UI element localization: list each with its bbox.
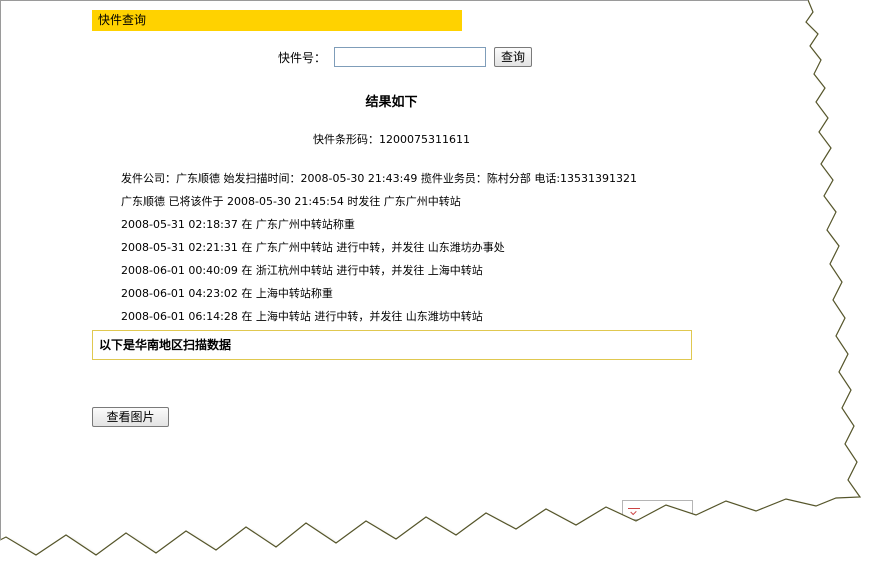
barcode-line: 快件条形码：1200075311611	[0, 131, 783, 147]
barcode-label: 快件条形码：	[313, 133, 379, 146]
region-notice-text: 以下是华南地区扫描数据	[99, 338, 232, 352]
search-row: 快件号： 查询	[278, 46, 533, 68]
tracking-number-input[interactable]	[334, 47, 487, 67]
tracking-page: 快件查询 快件号： 查询 结果如下 快件条形码：1200075311611 发件…	[0, 0, 895, 571]
barcode-value: 1200075311611	[379, 133, 470, 146]
record-line: 2008-05-31 02:21:31 在 广东广州中转站 进行中转，并发往 山…	[121, 241, 505, 254]
result-title: 结果如下	[365, 95, 418, 110]
region-notice: 以下是华南地区扫描数据	[92, 330, 692, 360]
dropdown-icon	[628, 508, 640, 518]
query-button[interactable]: 查询	[494, 47, 533, 67]
record-line: 广东顺德 已将该件于 2008-05-30 21:45:54 时发往 广东广州中…	[121, 195, 461, 208]
record-line: 2008-06-01 00:40:09 在 浙江杭州中转站 进行中转，并发往 上…	[121, 264, 483, 277]
record-line: 2008-05-31 02:18:37 在 广东广州中转站称重	[121, 218, 355, 231]
record-line: 发件公司：广东顺德 始发扫描时间：2008-05-30 21:43:49 揽件业…	[121, 172, 638, 185]
tracking-number-label: 快件号：	[278, 50, 327, 65]
header-bar: 快件查询	[92, 10, 462, 31]
corner-dropdown[interactable]	[622, 500, 693, 520]
page-title: 快件查询	[98, 13, 147, 27]
tracking-records: 发件公司：广东顺德 始发扫描时间：2008-05-30 21:43:49 揽件业…	[121, 172, 721, 333]
view-image-button[interactable]: 查看图片	[92, 407, 169, 427]
record-line: 2008-06-01 04:23:02 在 上海中转站称重	[121, 287, 333, 300]
